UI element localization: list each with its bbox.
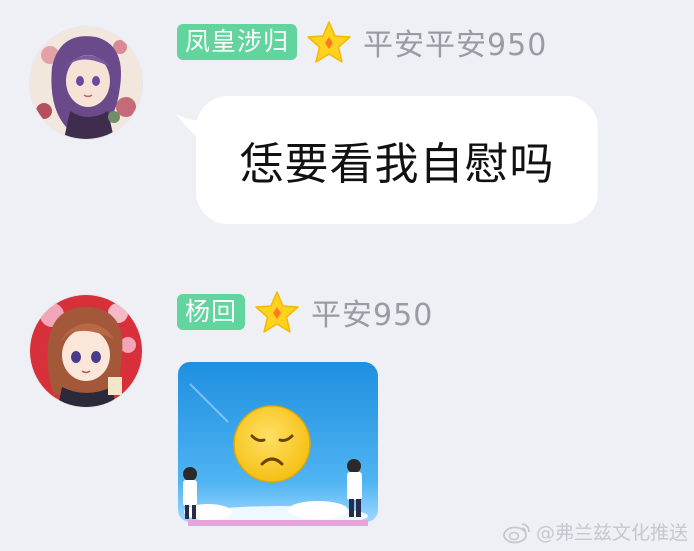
message-text: 恁要看我自慰吗 <box>239 139 555 190</box>
weibo-icon <box>502 520 532 544</box>
weibo-watermark: @弗兰兹文化推送 <box>502 518 688 545</box>
watermark-text: @弗兰兹文化推送 <box>535 522 688 544</box>
message-header-2: 杨回 平安950 <box>177 290 433 334</box>
message-header-1: 凤皇涉归 平安平安950 <box>177 20 547 64</box>
sender-tag-badge[interactable]: 杨回 <box>177 294 246 330</box>
sad-face-sticker-image <box>178 362 378 526</box>
sender-nickname[interactable]: 平安950 <box>311 290 433 334</box>
image-message[interactable] <box>168 362 378 532</box>
chat-screen: 凤皇涉归 平安平安950 恁要看我自慰吗 杨回 平安950 @弗兰兹文化推送 <box>0 0 694 551</box>
sender-tag-badge[interactable]: 凤皇涉归 <box>177 24 298 60</box>
star-level-icon <box>305 20 353 64</box>
sender-avatar-1[interactable] <box>30 27 142 139</box>
anime-avatar-brown-hair <box>30 295 142 407</box>
message-bubble[interactable]: 恁要看我自慰吗 <box>196 96 598 224</box>
sender-avatar-2[interactable] <box>30 295 142 407</box>
anime-avatar-purple-hair <box>30 27 142 139</box>
star-level-icon <box>253 290 301 334</box>
sender-nickname[interactable]: 平安平安950 <box>363 20 547 64</box>
